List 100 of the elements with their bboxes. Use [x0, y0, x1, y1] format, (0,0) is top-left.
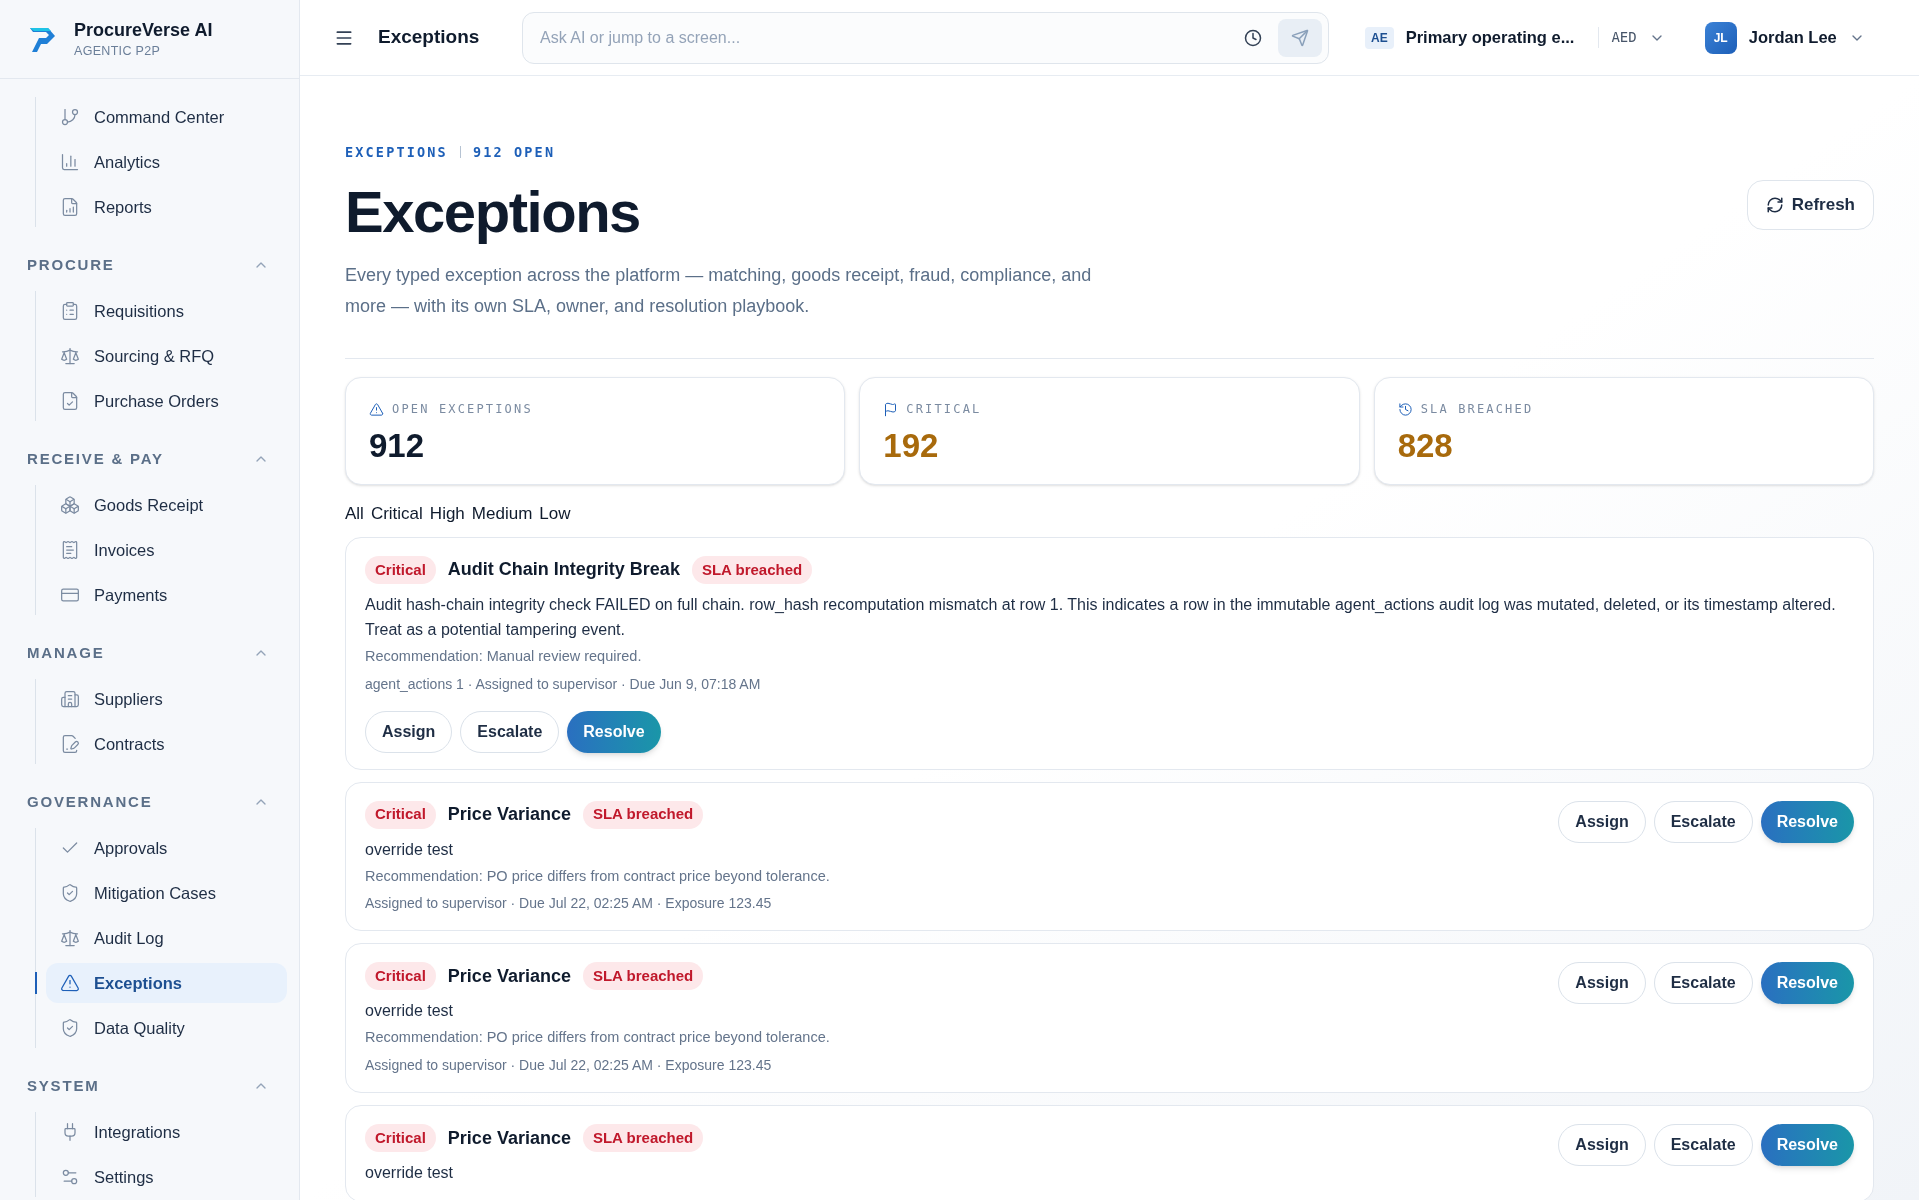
nav-item[interactable]: Integrations: [46, 1112, 287, 1152]
assign-button[interactable]: Assign: [365, 710, 453, 753]
send-icon: [1291, 28, 1309, 47]
nav-item[interactable]: Approvals: [46, 828, 287, 868]
section-heading: MANAGE: [27, 642, 105, 663]
report-icon: [60, 197, 80, 217]
stat-label: SLA BREACHED: [1420, 401, 1534, 419]
history-icon: [1397, 401, 1413, 417]
filter-tab[interactable]: All: [345, 501, 364, 527]
resolve-button[interactable]: Resolve: [567, 710, 661, 753]
section-heading: RECEIVE & PAY: [27, 448, 164, 469]
nav-item[interactable]: Requisitions: [46, 291, 287, 331]
filter-tab[interactable]: Low: [539, 501, 571, 527]
nav-item[interactable]: Analytics: [46, 142, 287, 182]
exception-meta: Assigned to supervisor · Due Jul 22, 02:25 AM · Exposure 123.45: [365, 1056, 773, 1075]
escalate-button[interactable]: Escalate: [460, 710, 560, 753]
exception-title: Price Variance: [447, 964, 571, 988]
filter-tab[interactable]: Critical: [370, 501, 423, 527]
branch-icon: [60, 107, 80, 127]
stat-value: 912: [369, 426, 426, 467]
assign-button[interactable]: Assign: [1558, 962, 1646, 1005]
scale-icon: [60, 928, 80, 948]
filter-tab[interactable]: Medium: [471, 501, 533, 527]
assign-button[interactable]: Assign: [1558, 1124, 1646, 1166]
brand-name: ProcureVerse AI: [74, 18, 213, 42]
severity-badge: Critical: [365, 555, 436, 584]
severity-badge: Critical: [365, 800, 436, 829]
resolve-button[interactable]: Resolve: [1760, 800, 1854, 843]
severity-badge: Critical: [365, 962, 436, 991]
page-description: Every typed exception across the platform — matching, goods receipt, fraud, compliance, and more — with its own SLA, owner, and resolution playbook.: [345, 264, 1093, 319]
settings-icon: [60, 1167, 80, 1187]
warning-icon: [60, 973, 80, 993]
currency-selector[interactable]: AED: [1611, 27, 1637, 48]
open-count: 912 OPEN: [472, 143, 556, 162]
warning-icon: [369, 401, 384, 417]
nav-item[interactable]: Exceptions: [46, 963, 287, 1003]
resolve-button[interactable]: Resolve: [1760, 1124, 1854, 1166]
recommendation-text: Recommendation: PO price differs from contract price beyond tolerance.: [365, 866, 831, 886]
refresh-button[interactable]: Refresh: [1746, 180, 1874, 230]
recommendation-text: Recommendation: Manual review required.: [365, 646, 643, 666]
nav-item[interactable]: Payments: [46, 575, 287, 615]
nav-item[interactable]: Invoices: [46, 530, 287, 570]
nav-item[interactable]: Data Quality: [46, 1008, 287, 1048]
brand-tagline: AGENTIC P2P: [74, 42, 162, 60]
escalate-button[interactable]: Escalate: [1653, 962, 1753, 1005]
section-heading: GOVERNANCE: [27, 791, 153, 812]
entity-selector[interactable]: Primary operating e...: [1405, 25, 1575, 50]
receipt-icon: [60, 540, 80, 560]
nav-item[interactable]: Reports: [46, 187, 287, 227]
sla-badge: SLA breached: [582, 1124, 704, 1152]
page-title: Exceptions: [378, 25, 481, 50]
active-indicator: [35, 972, 37, 994]
nav-item[interactable]: Goods Receipt: [46, 485, 287, 525]
bar-chart-icon: [60, 152, 80, 172]
nav-item[interactable]: Sourcing & RFQ: [46, 336, 287, 376]
stat-label: CRITICAL: [906, 401, 982, 419]
shield-icon: [60, 1018, 80, 1038]
boxes-icon: [60, 495, 80, 515]
nav-item[interactable]: Suppliers: [46, 679, 287, 719]
exception-title: Price Variance: [447, 1126, 571, 1150]
section-heading: SYSTEM: [27, 1075, 100, 1096]
section-heading: PROCURE: [27, 254, 115, 275]
nav-item[interactable]: Settings: [46, 1157, 287, 1197]
scale-icon: [60, 346, 80, 366]
building-icon: [60, 689, 80, 709]
exception-description: Audit hash-chain integrity check FAILED on full chain. row_hash recomputation mismatch at row 1. This indicates a row in the immutable agent_actions audit log was mutated, deleted, or its timestamp altered. Treat as a potential tampering event.: [365, 594, 1837, 640]
history-icon[interactable]: [1244, 28, 1262, 47]
exception-description: override test: [365, 839, 455, 860]
exception-title: Audit Chain Integrity Break: [447, 558, 680, 582]
filter-tab[interactable]: High: [429, 501, 465, 527]
nav-item[interactable]: Contracts: [46, 724, 287, 764]
page-heading: Exceptions: [345, 178, 641, 247]
escalate-button[interactable]: Escalate: [1653, 800, 1753, 843]
refresh-icon: [1765, 196, 1784, 214]
shield-icon: [60, 883, 80, 903]
exception-meta: agent_actions 1 · Assigned to supervisor · Due Jun 9, 07:18 AM: [365, 674, 762, 694]
escalate-button[interactable]: Escalate: [1653, 1124, 1753, 1166]
exception-description: override test: [365, 1163, 455, 1183]
user-name[interactable]: Jordan Lee: [1748, 25, 1837, 50]
assign-button[interactable]: Assign: [1558, 800, 1646, 843]
exception-description: override test: [365, 1001, 455, 1022]
file-pen-icon: [60, 734, 80, 754]
flag-icon: [883, 401, 899, 417]
clipboard-icon: [60, 301, 80, 321]
nav-item[interactable]: Mitigation Cases: [46, 873, 287, 913]
nav-item[interactable]: Audit Log: [46, 918, 287, 958]
sla-badge: SLA breached: [691, 555, 813, 584]
sla-badge: SLA breached: [582, 962, 704, 991]
resolve-button[interactable]: Resolve: [1760, 962, 1854, 1005]
search-field[interactable]: Ask AI or jump to a screen...: [540, 12, 1244, 63]
exception-title: Price Variance: [447, 803, 571, 826]
search-bar[interactable]: Ask AI or jump to a screen...: [522, 11, 1329, 64]
send-button[interactable]: [1278, 18, 1322, 57]
severity-badge: Critical: [365, 1124, 436, 1152]
user-avatar[interactable]: JL: [1704, 21, 1737, 54]
sla-badge: SLA breached: [582, 800, 704, 829]
file-check-icon: [60, 391, 80, 411]
nav-item[interactable]: Purchase Orders: [46, 381, 287, 421]
logo-icon: [28, 25, 58, 53]
nav-item[interactable]: Command Center: [46, 97, 287, 137]
